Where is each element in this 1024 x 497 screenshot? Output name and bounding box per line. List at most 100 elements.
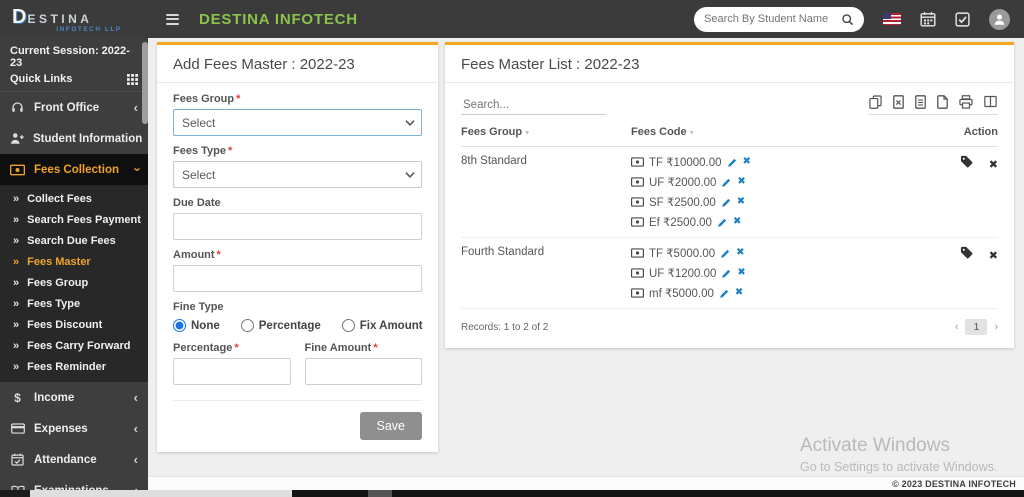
brand-subtitle: INFOTECH LLP: [56, 26, 122, 33]
copy-icon[interactable]: [869, 95, 882, 109]
row-actions: ✖: [908, 237, 998, 309]
pager-prev-icon[interactable]: ‹: [955, 321, 959, 333]
sidebar-subitem-fees-reminder[interactable]: » Fees Reminder: [0, 356, 148, 377]
print-icon[interactable]: [959, 95, 973, 109]
delete-row-x-icon[interactable]: ✖: [989, 159, 998, 171]
sidebar-subitem-search-fees-payment[interactable]: » Search Fees Payment: [0, 209, 148, 230]
sidebar-item-examinations[interactable]: Examinations ‹: [0, 475, 148, 490]
double-angle-icon: »: [13, 234, 20, 247]
edit-pencil-icon[interactable]: [721, 177, 732, 188]
fees-code-cell: TF ₹5000.00 ✖ UF ₹1200.00 ✖ mf ₹5000.00 …: [631, 237, 908, 309]
quick-links-grid-icon[interactable]: [127, 73, 138, 85]
student-search[interactable]: [694, 6, 864, 32]
money-bill-icon: [631, 248, 644, 258]
fine-amount-input[interactable]: [304, 358, 422, 385]
sidebar-subitem-search-due-fees[interactable]: » Search Due Fees: [0, 230, 148, 251]
current-session-label: Current Session: 2022-23: [10, 45, 130, 69]
app-window: D ESTINA INFOTECH LLP DESTINA INFOTECH S…: [0, 0, 1024, 497]
fees-type-select[interactable]: Select: [173, 161, 422, 188]
tag-icon[interactable]: [960, 155, 973, 168]
list-search-input[interactable]: [461, 96, 606, 115]
export-pdf-icon[interactable]: [937, 95, 948, 109]
sidebar-subitem-fees-carry-forward[interactable]: » Fees Carry Forward: [0, 335, 148, 356]
taskbar-strip: [0, 490, 1024, 497]
export-excel-icon[interactable]: [893, 95, 904, 109]
delete-x-icon[interactable]: ✖: [735, 288, 743, 298]
fees-code-cell: TF ₹10000.00 ✖ UF ₹2000.00 ✖ SF ₹2500.00…: [631, 146, 908, 238]
brand-logo[interactable]: D ESTINA INFOTECH LLP: [0, 3, 148, 35]
fees-master-table: Fees Group ▾ Fees Code ▾ Action 8th Standa…: [461, 121, 998, 309]
sidebar-item-fees-collection[interactable]: Fees Collection ‹: [0, 154, 148, 185]
fees-collection-submenu: » Collect Fees » Search Fees Payment » S…: [0, 185, 148, 382]
list-card-title: Fees Master List : 2022-23: [445, 45, 1014, 83]
delete-x-icon[interactable]: ✖: [733, 217, 741, 227]
session-block: Current Session: 2022-23 Quick Links: [0, 38, 148, 92]
fees-group-select[interactable]: Select: [173, 109, 422, 136]
column-visibility-icon[interactable]: [984, 95, 997, 109]
student-search-input[interactable]: [704, 13, 841, 25]
chevron-left-icon: ‹: [133, 100, 138, 115]
fees-code-entry: SF ₹2500.00 ✖: [631, 195, 908, 209]
sidebar-subitem-fees-type[interactable]: » Fees Type: [0, 293, 148, 314]
delete-x-icon[interactable]: ✖: [737, 177, 745, 187]
export-csv-icon[interactable]: [915, 95, 926, 109]
amount-input[interactable]: [173, 265, 422, 292]
sidebar-subitem-fees-discount[interactable]: » Fees Discount: [0, 314, 148, 335]
pager-page-1[interactable]: 1: [965, 319, 988, 335]
double-angle-icon: »: [13, 213, 20, 226]
fine-type-fix-amount-radio[interactable]: Fix Amount: [341, 319, 423, 332]
delete-x-icon[interactable]: ✖: [737, 197, 745, 207]
sidebar-subitem-collect-fees[interactable]: » Collect Fees: [0, 188, 148, 209]
fine-type-percentage-radio[interactable]: Percentage: [240, 319, 321, 332]
sidebar-subitem-fees-master[interactable]: » Fees Master: [0, 251, 148, 272]
sidebar-item-front-office[interactable]: Front Office ‹: [0, 92, 148, 123]
edit-pencil-icon[interactable]: [720, 248, 731, 259]
edit-pencil-icon[interactable]: [727, 157, 738, 168]
fees-code-entry: UF ₹2000.00 ✖: [631, 175, 908, 189]
sidebar-subitem-fees-group[interactable]: » Fees Group: [0, 272, 148, 293]
column-header-fees-code[interactable]: Fees Code ▾: [631, 121, 908, 147]
delete-x-icon[interactable]: ✖: [737, 268, 745, 278]
tag-icon[interactable]: [960, 246, 973, 259]
save-button[interactable]: Save: [359, 412, 422, 440]
money-bill-icon: [10, 164, 25, 176]
money-bill-icon: [631, 217, 644, 227]
edit-pencil-icon[interactable]: [721, 197, 732, 208]
fees-type-label: Fees Type *: [173, 145, 233, 157]
sidebar-item-expenses[interactable]: Expenses ‹: [0, 413, 148, 444]
double-angle-icon: »: [13, 318, 20, 331]
fine-type-radio-group: None Percentage Fix Amount: [173, 319, 423, 332]
double-angle-icon: »: [13, 297, 20, 310]
search-icon[interactable]: [841, 13, 854, 26]
calendar-icon[interactable]: [920, 11, 936, 27]
fees-code-entry: UF ₹1200.00 ✖: [631, 266, 908, 280]
user-avatar[interactable]: [989, 8, 1010, 30]
delete-x-icon[interactable]: ✖: [743, 157, 751, 167]
sidebar-toggle-icon[interactable]: [162, 10, 183, 29]
tasks-icon[interactable]: [955, 11, 970, 27]
due-date-input[interactable]: [173, 213, 422, 240]
double-angle-icon: »: [13, 339, 20, 352]
sidebar-item-student-information[interactable]: Student Information ‹: [0, 123, 148, 154]
sidebar-item-label: Attendance: [34, 453, 97, 466]
language-flag-icon[interactable]: [883, 13, 901, 25]
sidebar-item-attendance[interactable]: Attendance ‹: [0, 444, 148, 475]
percentage-input[interactable]: [173, 358, 291, 385]
fine-type-none-radio[interactable]: None: [173, 319, 220, 332]
column-header-fees-group[interactable]: Fees Group ▾: [461, 121, 631, 147]
double-angle-icon: »: [13, 192, 20, 205]
edit-pencil-icon[interactable]: [721, 268, 732, 279]
edit-pencil-icon[interactable]: [719, 288, 730, 299]
app-title: DESTINA INFOTECH: [199, 10, 358, 28]
delete-x-icon[interactable]: ✖: [736, 248, 744, 258]
fine-type-label: Fine Type: [173, 301, 224, 313]
delete-row-x-icon[interactable]: ✖: [989, 250, 998, 262]
fine-amount-label: Fine Amount *: [304, 342, 378, 354]
records-summary: Records: 1 to 2 of 2: [461, 321, 549, 333]
edit-pencil-icon[interactable]: [717, 217, 728, 228]
sidebar-item-income[interactable]: $ Income ‹: [0, 382, 148, 413]
sidebar-scrollbar[interactable]: [142, 42, 148, 124]
pager-next-icon[interactable]: ›: [994, 321, 998, 333]
fees-group-cell: Fourth Standard: [461, 237, 631, 309]
calendar-check-icon: [10, 453, 25, 466]
